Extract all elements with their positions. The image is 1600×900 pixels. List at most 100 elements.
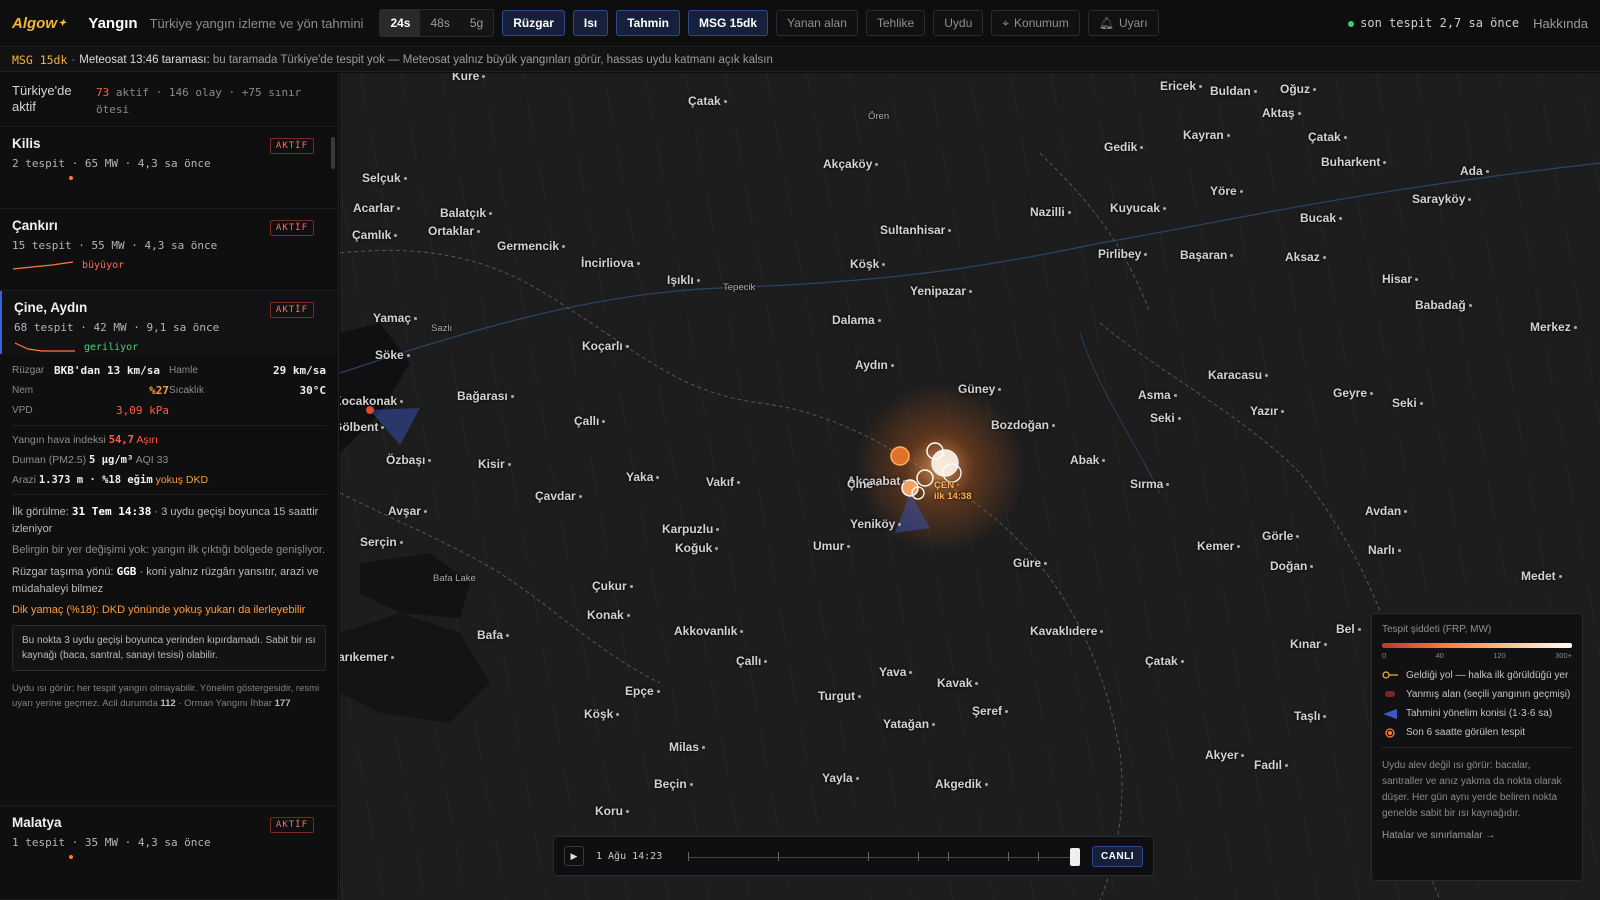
sidebar-scrollbar[interactable] [331,137,335,169]
my-location-button[interactable]: ⌖ Konumum [991,10,1080,36]
about-link[interactable]: Hakkında [1533,16,1588,31]
place-label: Ada [1460,164,1489,178]
place-label: Sultanhisar [880,223,952,237]
place-label: Epçe [625,684,660,698]
trend-row: büyüyor [12,258,326,272]
gradient-ticks: 0 40 120 300+ [1382,651,1572,660]
temperature-value: 30°C [299,384,327,397]
place-label: Görle [1262,529,1300,543]
place-label: Balatçık [440,206,493,220]
place-label: Avşar [388,504,427,518]
fire-list-sidebar: Türkiye'de aktif 73 aktif · 146 olay · +… [0,73,339,900]
limitations-link[interactable]: Hatalar ve sınırlamalar → [1382,830,1572,841]
place-label: Köşk [850,257,886,271]
timeline-control: ▶ 1 Ağu 14:23 CANLI [553,836,1154,876]
layer-burned-area-button[interactable]: Yanan alan [776,10,858,36]
layer-heat-button[interactable]: Isı [572,10,609,36]
place-label: Köşk [584,707,620,721]
place-label: Narlı [1368,543,1401,557]
timeline-date: 1 Ağu 14:23 [596,850,663,862]
bell-icon: 🔔︎ [1098,16,1114,30]
play-button[interactable]: ▶ [564,846,584,866]
fire-item-kilis[interactable]: Kilis AKTİF 2 tespit · 65 MW · 4,3 sa ön… [0,127,338,209]
place-label: İncirliova [581,256,640,270]
app-subtitle: Türkiye yangın izleme ve yön tahmini [149,15,364,31]
vpd-value: 3,09 kPa [116,404,169,417]
place-label: Çukur [592,579,633,593]
active-count: 73 [96,86,110,99]
place-label: Taşlı [1294,709,1327,723]
fire-meta: 15 tespit · 55 MW · 4,3 sa önce [12,239,218,252]
place-label: Tepecik [723,282,756,293]
place-label: Medet [1521,569,1562,583]
timeline-slider[interactable] [688,846,1080,866]
layer-wind-button[interactable]: Rüzgar [502,10,565,36]
place-label: Yenipazar [910,284,973,298]
fire-item-cankiri[interactable]: Çankırı AKTİF 15 tespit · 55 MW · 4,3 sa… [0,209,338,291]
place-label: Çamlık [352,228,398,242]
range-5d[interactable]: 5g [460,10,493,36]
terrain-note: yokuş DKD [155,474,209,486]
place-label: Kavak [937,676,979,690]
place-label: Gedik [1104,140,1144,154]
layer-forecast-button[interactable]: Tahmin [616,10,680,36]
layer-satellite-button[interactable]: Uydu [933,10,984,36]
place-label: Buldan [1210,84,1257,98]
place-label: Vakıf [706,475,741,489]
place-label: Yeniköy [850,517,902,531]
place-label: Koru [595,804,629,818]
place-label: Bucak [1300,211,1343,225]
app-logo[interactable]: Algow ✦ [12,15,66,32]
layer-msg-button[interactable]: MSG 15dk [688,10,769,36]
place-label: Yayla [822,771,859,785]
sparkline-dot-icon [69,176,73,180]
legend-item-path: Geldiği yol — halka ilk görüldüğü yer [1382,670,1572,682]
place-label: Seki [1392,396,1423,410]
trend-label: büyüyor [82,259,125,271]
place-label: Serçin [360,535,403,549]
top-bar: Algow ✦ Yangın Türkiye yangın izleme ve y… [0,0,1600,47]
place-label: Hisar [1382,272,1419,286]
place-label: Acarlar [353,201,401,215]
place-label: Umur [813,539,851,553]
sidebar-header-label: Türkiye'de aktif [12,83,72,114]
range-24h[interactable]: 24s [380,10,421,36]
terrain-value: 1.373 m · %18 eğim [38,474,153,486]
place-label: Koçarlı [582,339,629,353]
place-label: Germencik [497,239,566,253]
live-button[interactable]: CANLI [1091,845,1143,867]
place-label: Yöre [1210,184,1243,198]
place-label: Söke [375,348,410,362]
place-label: Ericek [1160,79,1203,93]
place-label: Sırma [1130,477,1170,491]
status-badge: AKTİF [269,817,314,833]
fire-meta: 1 tespit · 35 MW · 4,3 sa önce [12,836,211,849]
status-dot-icon [1348,21,1355,27]
place-label: Yatağan [883,717,936,731]
timeline-thumb[interactable] [1069,848,1080,866]
layer-danger-button[interactable]: Tehlike [865,10,926,36]
fire-details: Rüzgar BKB'dan 13 km/sa Hamle 29 km/sa N… [0,354,338,717]
range-48h[interactable]: 48s [420,10,459,36]
first-seen-text: İlk görülme: 31 Tem 14:38 · 3 uydu geçiş… [12,505,319,535]
fire-item-cine-selected[interactable]: Çine, Aydın AKTİF 68 tespit · 42 MW · 9,… [0,291,338,354]
gust-key: Hamle [169,365,198,376]
smoke-line: Duman (PM2.5) 5 µg/m³ AQI 33 [12,454,169,466]
cone-icon [1382,708,1398,719]
place-label: Karpuzlu [662,522,720,536]
app-title: Yangın [88,14,138,32]
place-label: Şeref [972,704,1009,718]
wind-value: BKB'dan 13 km/sa [54,364,160,377]
last-detection-status: son tespit 2,7 sa önce [1348,16,1519,30]
fire-meta: 2 tespit · 65 MW · 4,3 sa önce [12,157,211,170]
place-label: Akgedik [935,777,988,791]
place-label: Karacasu [1208,368,1269,382]
alert-label: Uyarı [1118,16,1148,30]
fire-item-malatya[interactable]: Malatya AKTİF 1 tespit · 35 MW · 4,3 sa … [0,805,338,900]
logo-star-icon: ✦ [58,17,67,29]
alert-button[interactable]: 🔔︎ Uyarı [1087,10,1159,36]
place-label: Kayran [1183,128,1230,142]
place-label: Merkez [1530,320,1577,334]
place-label: Buharkent [1321,155,1387,169]
location-change-text: Belirgin bir yer değişimi yok: yangın il… [12,544,326,556]
